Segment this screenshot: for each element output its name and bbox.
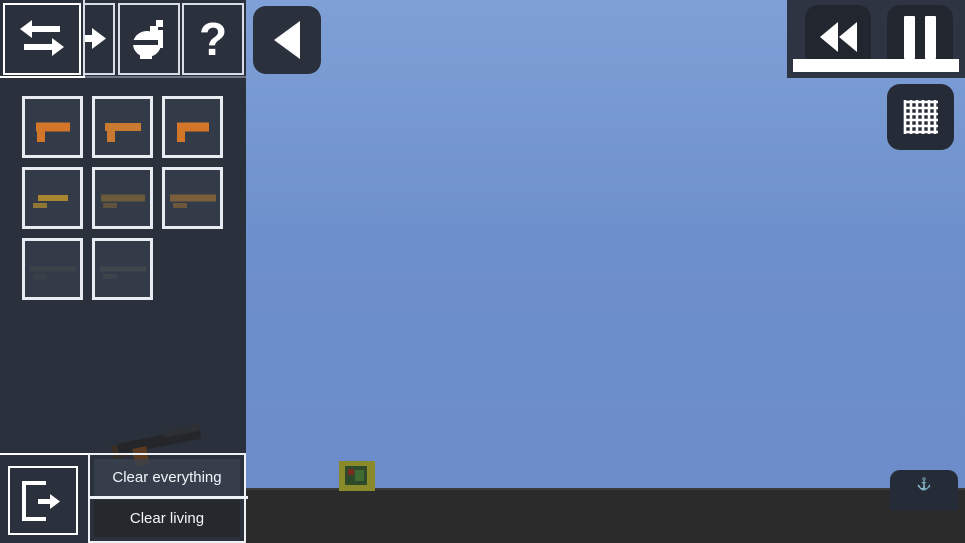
weapon-sprite-machine-pistol — [104, 123, 141, 131]
rewind-icon — [819, 22, 838, 52]
weapon-slot-sawed-off[interactable] — [162, 96, 223, 158]
grid-toggle-button[interactable] — [887, 84, 954, 150]
weapon-sprite-assault-rifle — [100, 194, 145, 202]
clear-everything-button[interactable]: Clear everything — [94, 459, 240, 496]
exit-button[interactable] — [8, 466, 78, 535]
weapon-slot-carbine[interactable] — [22, 167, 83, 229]
weapon-slot-marksman-rifle[interactable] — [92, 238, 153, 300]
tab-swap[interactable] — [3, 3, 81, 75]
tab-help[interactable]: ? — [182, 3, 244, 75]
zombie-entity[interactable] — [339, 461, 375, 491]
svg-text:?: ? — [199, 15, 227, 63]
clear-buttons-group: Clear everything Clear living — [88, 453, 248, 543]
entity-detail-a — [348, 469, 354, 475]
game-viewport[interactable] — [245, 0, 965, 543]
weapon-grip-pistol — [37, 131, 45, 142]
clear-living-button[interactable]: Clear living — [94, 500, 240, 537]
pause-icon-bar-right — [925, 15, 936, 59]
weapon-sprite-carbine — [37, 195, 68, 201]
grenade-icon — [133, 20, 163, 59]
tab-underline-rest — [85, 76, 246, 78]
timeline-scrubber[interactable] — [793, 59, 959, 72]
weapon-sprite-sniper-rifle — [29, 266, 76, 272]
tab-grenade[interactable] — [118, 3, 180, 75]
weapon-stock-assault-rifle — [103, 203, 117, 208]
weapon-slot-sniper-rifle[interactable] — [22, 238, 83, 300]
swap-arrows-icon — [20, 20, 64, 56]
back-button[interactable] — [253, 6, 321, 74]
weapon-stock-carbine — [33, 203, 47, 208]
clear-buttons-separator — [90, 496, 248, 499]
ground-plane — [245, 488, 965, 543]
tab-underline-active — [0, 76, 85, 78]
rewind-icon-second — [838, 22, 857, 52]
weapon-grip-sawed-off — [177, 131, 185, 142]
exit-door-icon — [22, 480, 60, 521]
entity-detail-b — [355, 470, 364, 481]
weapon-sprite-marksman-rifle — [99, 266, 146, 272]
spawn-anchor-icon: ⚓ — [916, 477, 932, 491]
tab-separator — [83, 0, 85, 78]
held-weapon-barrel — [163, 423, 201, 438]
weapon-stock-sniper-rifle — [33, 274, 47, 279]
triangle-left-icon — [274, 21, 300, 59]
weapon-slot-machine-pistol[interactable] — [92, 96, 153, 158]
media-controls-panel — [787, 0, 965, 78]
tab-move[interactable] — [85, 3, 115, 75]
weapon-grid — [22, 96, 223, 300]
arrow-right-icon — [85, 28, 106, 49]
weapon-grip-machine-pistol — [107, 131, 115, 142]
held-weapon-body — [117, 427, 202, 455]
weapon-slot-assault-rifle[interactable] — [92, 167, 153, 229]
weapon-stock-marksman-rifle — [103, 274, 117, 279]
bottom-divider — [0, 453, 88, 455]
weapon-sprite-battle-rifle — [169, 194, 216, 202]
weapon-stock-battle-rifle — [173, 203, 187, 208]
weapon-slot-pistol[interactable] — [22, 96, 83, 158]
tab-bar: ? — [0, 0, 246, 78]
weapon-slot-battle-rifle[interactable] — [162, 167, 223, 229]
spawn-panel[interactable]: ⚓ — [890, 470, 958, 510]
grid-icon — [903, 100, 938, 134]
pause-icon-bar-left — [904, 15, 915, 59]
question-mark-icon: ? — [199, 15, 227, 63]
left-sidebar: ? Clear everything Clear living — [0, 0, 248, 543]
timeline-progress-fill — [793, 59, 959, 72]
